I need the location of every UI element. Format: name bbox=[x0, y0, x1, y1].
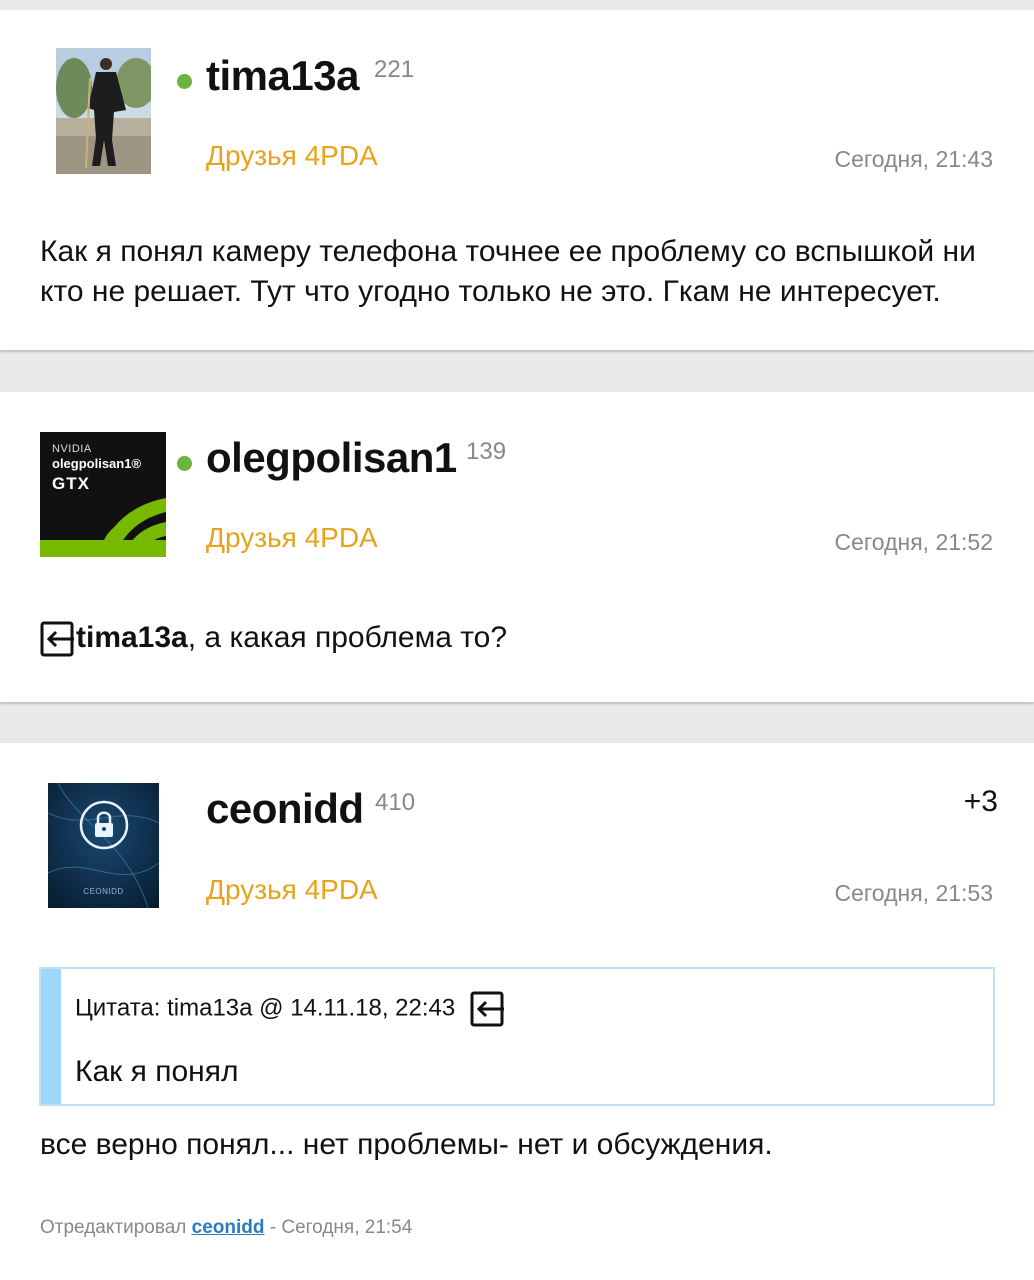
avatar-model: GTX bbox=[52, 474, 90, 493]
reputation[interactable]: 139 bbox=[466, 438, 506, 466]
avatar[interactable]: NVIDIA olegpolisan1® GTX bbox=[40, 432, 166, 557]
post-text: Как я понял камеру телефона точнее ее пр… bbox=[40, 235, 976, 308]
quote-header-text: Цитата: tima13a @ 14.11.18, 22:43 bbox=[75, 994, 456, 1022]
quote-text: Как я понял bbox=[75, 1055, 239, 1088]
post-time: Сегодня, 21:43 bbox=[834, 146, 993, 172]
reply-text: , а какая проблема то? bbox=[187, 621, 508, 654]
avatar-name: olegpolisan1® bbox=[52, 456, 142, 471]
avatar-photo bbox=[56, 48, 151, 174]
lock-icon bbox=[79, 800, 129, 850]
avatar[interactable]: CEONIDD bbox=[48, 783, 159, 908]
username[interactable]: olegpolisan1 bbox=[206, 434, 457, 482]
avatar[interactable] bbox=[56, 48, 151, 174]
avatar-brand: NVIDIA bbox=[52, 443, 92, 455]
post-text: все верно понял... нет проблемы- нет и о… bbox=[40, 1128, 773, 1161]
post-time: Сегодня, 21:52 bbox=[834, 529, 993, 555]
post-text: tima13a, а какая проблема то? bbox=[40, 618, 1000, 658]
post: tima13a 221 Друзья 4PDA Сегодня, 21:43 К… bbox=[0, 10, 1034, 350]
online-indicator bbox=[177, 456, 192, 471]
mention-link[interactable]: tima13a bbox=[76, 621, 188, 654]
post-rating[interactable]: +3 bbox=[964, 785, 998, 819]
user-group: Друзья 4PDA bbox=[206, 874, 378, 905]
editor-link[interactable]: ceonidd bbox=[192, 1217, 265, 1238]
online-indicator bbox=[177, 74, 192, 89]
quote-bar bbox=[41, 969, 61, 1104]
quote-header: Цитата: tima13a @ 14.11.18, 22:43 bbox=[75, 991, 506, 1027]
reply-icon[interactable] bbox=[470, 991, 506, 1027]
reputation[interactable]: 410 bbox=[375, 789, 415, 817]
user-group: Друзья 4PDA bbox=[206, 140, 378, 171]
edited-note: Отредактировал ceonidd - Сегодня, 21:54 bbox=[40, 1217, 412, 1239]
username[interactable]: tima13a bbox=[206, 52, 359, 100]
avatar-caption: CEONIDD bbox=[83, 887, 124, 896]
reputation[interactable]: 221 bbox=[374, 56, 414, 84]
user-group: Друзья 4PDA bbox=[206, 522, 378, 553]
post: NVIDIA olegpolisan1® GTX olegpolisan1 13… bbox=[0, 392, 1034, 702]
quote-block: Цитата: tima13a @ 14.11.18, 22:43 Как я … bbox=[39, 967, 995, 1106]
post: CEONIDD ceonidd 410 +3 Друзья 4PDA Сегод… bbox=[0, 743, 1034, 1280]
post-time: Сегодня, 21:53 bbox=[834, 880, 993, 906]
username[interactable]: ceonidd bbox=[206, 785, 364, 833]
edited-prefix: Отредактировал bbox=[40, 1217, 187, 1238]
reply-icon[interactable] bbox=[40, 621, 76, 657]
edited-suffix: - Сегодня, 21:54 bbox=[269, 1217, 413, 1238]
